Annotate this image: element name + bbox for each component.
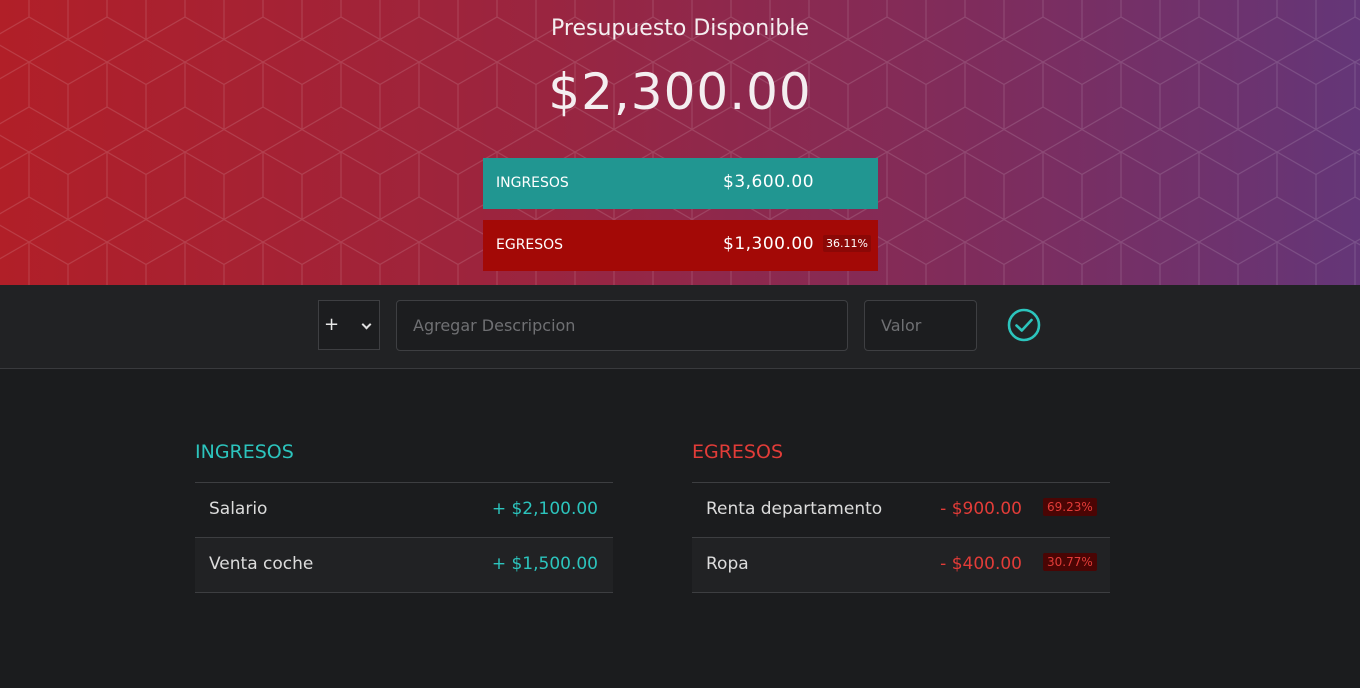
expense-summary: EGRESOS $1,300.00 36.11%	[483, 220, 878, 271]
expense-description: Renta departamento	[706, 499, 883, 519]
budget-value: $2,300.00	[548, 63, 812, 121]
income-list-title: INGRESOS	[195, 441, 294, 463]
expense-summary-value: $1,300.00	[723, 234, 815, 254]
chevron-down-icon	[361, 319, 372, 330]
type-select-value: +	[324, 314, 340, 335]
expense-value: - $900.00	[940, 499, 1022, 519]
income-summary-value: $3,600.00	[723, 172, 815, 192]
income-summary: INGRESOS $3,600.00	[483, 158, 878, 209]
budget-header: Presupuesto Disponible $2,300.00 INGRESO…	[0, 0, 1360, 285]
expense-row[interactable]: Renta departamento - $900.00 69.23%	[692, 483, 1110, 538]
income-summary-label: INGRESOS	[496, 175, 569, 191]
expense-percent-badge: 69.23%	[1043, 498, 1097, 516]
expense-percent-badge: 30.77%	[1043, 553, 1097, 571]
income-value: + $2,100.00	[491, 499, 598, 519]
income-description: Salario	[209, 499, 268, 519]
expense-list-title: EGRESOS	[692, 441, 784, 463]
type-select[interactable]: +	[318, 300, 380, 350]
expense-value: - $400.00	[940, 554, 1022, 574]
expense-description: Ropa	[706, 554, 749, 574]
income-value: + $1,500.00	[491, 554, 598, 574]
income-description: Venta coche	[209, 554, 314, 574]
value-input[interactable]	[864, 300, 977, 351]
expense-summary-label: EGRESOS	[496, 237, 564, 253]
budget-title: Presupuesto Disponible	[551, 16, 809, 41]
expense-row[interactable]: Ropa - $400.00 30.77%	[692, 538, 1110, 593]
income-row[interactable]: Venta coche + $1,500.00	[195, 538, 613, 593]
income-list: INGRESOS Salario + $2,100.00 Venta coche…	[195, 438, 613, 593]
description-input[interactable]	[396, 300, 848, 351]
expense-list: EGRESOS Renta departamento - $900.00 69.…	[692, 438, 1110, 593]
expense-summary-percent: 36.11%	[823, 235, 871, 252]
check-circle-icon	[1007, 308, 1041, 342]
add-entry-bar: +	[0, 285, 1360, 369]
income-row[interactable]: Salario + $2,100.00	[195, 483, 613, 538]
submit-button[interactable]	[1006, 307, 1042, 343]
